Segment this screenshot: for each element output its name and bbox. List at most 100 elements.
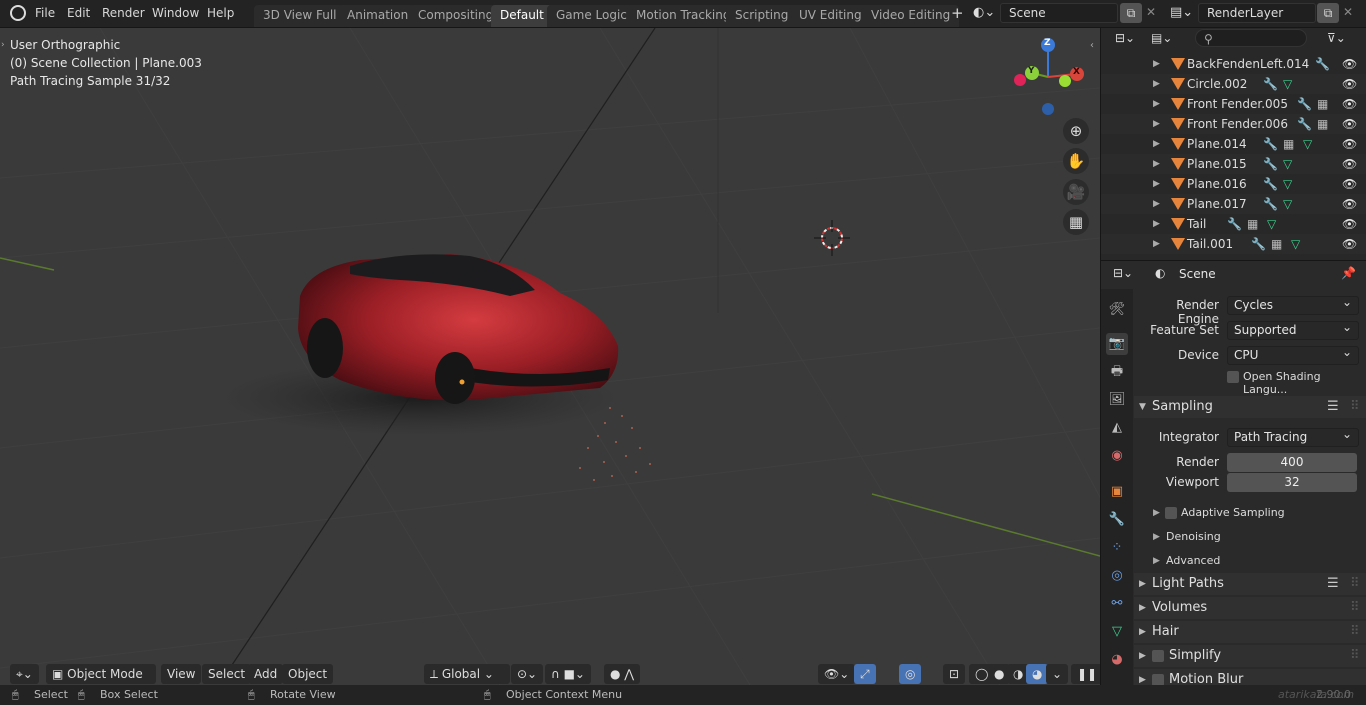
view-layer-icon[interactable]: ▤⌄ (1170, 5, 1193, 20)
expand-arrow-icon[interactable]: ▶ (1153, 74, 1160, 94)
eye-icon[interactable]: 👁 (1342, 94, 1357, 114)
outliner-item[interactable]: ▶ Circle.002 🔧 ▽ 👁 (1101, 74, 1366, 94)
menu-window[interactable]: Window (152, 6, 199, 20)
tab-uv-editing[interactable]: UV Editing (790, 5, 871, 27)
close-scene-icon[interactable]: ✕ (1146, 5, 1156, 19)
drag-handle-icon[interactable]: ⠿ (1350, 621, 1360, 643)
tab-default[interactable]: Default (491, 5, 553, 27)
outliner-item[interactable]: ▶ Front Fender.006 🔧 ▦ 👁 (1101, 114, 1366, 134)
gizmo-toggle-icon[interactable]: ⤢ (854, 664, 876, 684)
outliner-item[interactable]: ▶ Tail 🔧 ▦ ▽ 👁 (1101, 214, 1366, 234)
shading-options-icon[interactable]: ⌄ (1046, 664, 1069, 684)
device-dropdown[interactable]: CPU (1227, 344, 1359, 365)
view-layer-field[interactable]: RenderLayer (1198, 3, 1316, 23)
render-tab-icon[interactable]: 📷 (1106, 333, 1128, 355)
outliner-item[interactable]: ▶ Plane.017 🔧 ▽ 👁 (1101, 194, 1366, 214)
expand-arrow-icon[interactable]: ▶ (1153, 114, 1160, 134)
eye-icon[interactable]: 👁 (1342, 214, 1357, 234)
expand-arrow-icon[interactable]: ▶ (1153, 94, 1160, 114)
copy-scene-icon[interactable]: ⧉ (1120, 3, 1142, 23)
menu-object[interactable]: Object (282, 664, 334, 684)
close-view-layer-icon[interactable]: ✕ (1343, 5, 1353, 19)
world-tab-icon[interactable]: ◉ (1106, 445, 1128, 467)
scene-tab-icon[interactable]: ◭ (1106, 417, 1128, 439)
tab-game-logic[interactable]: Game Logic (547, 5, 636, 27)
feature-set-dropdown[interactable]: Supported (1227, 319, 1359, 340)
osl-checkbox[interactable] (1227, 371, 1239, 383)
menu-edit[interactable]: Edit (67, 6, 90, 20)
gizmo-z-label[interactable]: Z (1044, 38, 1051, 48)
gizmo-y-label[interactable]: Y (1028, 66, 1035, 76)
zoom-icon[interactable]: ⊕ (1063, 118, 1089, 144)
tab-video-editing[interactable]: Video Editing (862, 5, 960, 27)
constraints-tab-icon[interactable]: ⚯ (1106, 593, 1128, 615)
outliner-item[interactable]: ▶ Plane.016 🔧 ▽ 👁 (1101, 174, 1366, 194)
transform-orientation-dropdown[interactable]: ⟂ Global ⌄ (424, 664, 510, 684)
light-paths-panel-header[interactable]: ▶ Light Paths ☰ ⠿ (1134, 573, 1366, 595)
viewport-samples-field[interactable]: 32 (1227, 473, 1357, 492)
visibility-icon[interactable]: 👁⌄ (818, 664, 856, 684)
menu-view[interactable]: View (161, 664, 202, 684)
properties-editor-icon[interactable]: ⊟⌄ (1113, 266, 1133, 280)
outliner-item[interactable]: ▶ Plane.014 🔧 ▦ ▽ 👁 (1101, 134, 1366, 154)
adaptive-sampling-label[interactable]: Adaptive Sampling (1181, 506, 1285, 519)
editor-type-icon[interactable]: ⌖⌄ (10, 664, 39, 684)
copy-view-layer-icon[interactable]: ⧉ (1317, 3, 1339, 23)
modifier-tab-icon[interactable]: 🔧 (1106, 509, 1128, 531)
eye-icon[interactable]: 👁 (1342, 234, 1357, 254)
output-tab-icon[interactable]: 🖶 (1106, 361, 1128, 383)
3d-viewport[interactable]: User Orthographic (0) Scene Collection |… (0, 28, 1100, 685)
render-engine-dropdown[interactable]: Cycles (1227, 294, 1359, 315)
menu-help[interactable]: Help (207, 6, 234, 20)
denoising-subpanel[interactable]: Denoising (1166, 530, 1221, 543)
outliner-editor-icon[interactable]: ⊟⌄ (1115, 31, 1135, 45)
object-mode-dropdown[interactable]: ▣ Object Mode ⌄ (46, 664, 156, 684)
simplify-panel-header[interactable]: ▶ Simplify ⠿ (1134, 645, 1366, 667)
drag-handle-icon[interactable]: ⠿ (1350, 573, 1360, 595)
expand-arrow-icon[interactable]: ▶ (1153, 556, 1160, 566)
outliner-search-input[interactable]: ⚲ (1195, 29, 1307, 47)
eye-icon[interactable]: 👁 (1342, 174, 1357, 194)
scene-name-field[interactable]: Scene (1000, 3, 1118, 23)
expand-arrow-icon[interactable]: ▶ (1153, 174, 1160, 194)
pivot-point-icon[interactable]: ⊙⌄ (511, 664, 544, 684)
sampling-panel-header[interactable]: ▼ Sampling ☰ ⠿ (1134, 396, 1366, 418)
tab-compositing[interactable]: Compositing (409, 5, 503, 27)
pause-render-icon[interactable]: ❚❚ (1071, 664, 1100, 684)
view-layer-tab-icon[interactable]: 🖼 (1106, 389, 1128, 411)
ortho-grid-icon[interactable]: ▦ (1063, 209, 1089, 235)
volumes-panel-header[interactable]: ▶ Volumes ⠿ (1134, 597, 1366, 619)
hair-panel-header[interactable]: ▶ Hair ⠿ (1134, 621, 1366, 643)
expand-arrow-icon[interactable]: ▶ (1153, 532, 1160, 542)
material-tab-icon[interactable]: ◕ (1106, 649, 1128, 671)
tool-tab-icon[interactable]: 🛠 (1106, 299, 1128, 321)
pin-icon[interactable]: 📌 (1341, 266, 1356, 280)
drag-handle-icon[interactable]: ⠿ (1350, 645, 1360, 667)
outliner-item[interactable]: ▶ Front Fender.005 🔧 ▦ 👁 (1101, 94, 1366, 114)
eye-icon[interactable]: 👁 (1342, 134, 1357, 154)
eye-icon[interactable]: 👁 (1342, 114, 1357, 134)
filter-icon[interactable]: ⊽⌄ (1327, 31, 1346, 45)
tab-motion-tracking[interactable]: Motion Tracking (627, 5, 740, 27)
tab-3d-view-full[interactable]: 3D View Full (254, 5, 346, 27)
simplify-checkbox[interactable] (1152, 650, 1164, 662)
outliner-item[interactable]: ▶ Tail.001 🔧 ▦ ▽ 👁 (1101, 234, 1366, 254)
collapse-left-icon[interactable]: › (1, 40, 5, 50)
motion-blur-panel-header[interactable]: ▶ Motion Blur (1134, 669, 1366, 686)
drag-handle-icon[interactable]: ⠿ (1350, 396, 1360, 418)
eye-icon[interactable]: 👁 (1342, 74, 1357, 94)
blender-logo-icon[interactable] (10, 5, 26, 21)
xray-icon[interactable]: ⊡ (943, 664, 966, 684)
expand-arrow-icon[interactable]: ▶ (1153, 214, 1160, 234)
gizmo-x-label[interactable]: X (1073, 67, 1080, 77)
menu-select[interactable]: Select (202, 664, 252, 684)
eye-icon[interactable]: 👁 (1342, 194, 1357, 214)
data-tab-icon[interactable]: ▽ (1106, 621, 1128, 643)
expand-arrow-icon[interactable]: ▶ (1153, 154, 1160, 174)
overlay-toggle-icon[interactable]: ◎ (899, 664, 922, 684)
menu-render[interactable]: Render (102, 6, 145, 20)
scene-icon[interactable]: ◐⌄ (973, 5, 995, 20)
physics-tab-icon[interactable]: ◎ (1106, 565, 1128, 587)
tab-scripting[interactable]: Scripting (726, 5, 798, 27)
camera-view-icon[interactable]: 🎥 (1063, 179, 1089, 205)
